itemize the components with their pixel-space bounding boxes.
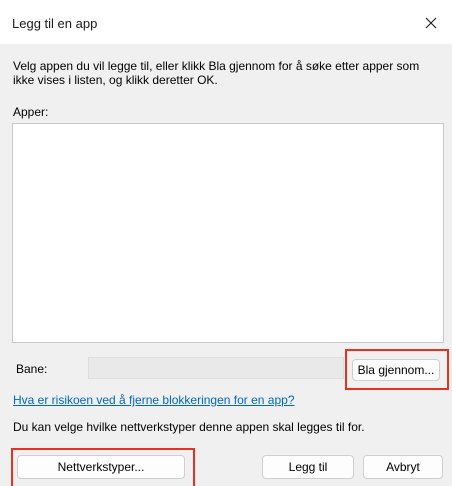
add-app-dialog: Legg til en app Velg appen du vil legge …	[0, 0, 452, 486]
path-input[interactable]	[88, 357, 344, 379]
network-types-info: Du kan velge hvilke nettverkstyper denne…	[13, 420, 365, 434]
network-types-button[interactable]: Nettverkstyper...	[17, 455, 185, 479]
browse-button[interactable]: Bla gjennom...	[352, 359, 440, 381]
cancel-button[interactable]: Avbryt	[363, 455, 443, 479]
risk-info-link[interactable]: Hva er risikoen ved å fjerne blokkeringe…	[13, 393, 295, 407]
apps-list[interactable]	[12, 123, 444, 343]
title-bar: Legg til en app	[0, 0, 452, 44]
add-button[interactable]: Legg til	[262, 455, 354, 479]
close-button[interactable]	[416, 9, 446, 37]
close-icon	[425, 17, 437, 29]
dialog-title: Legg til en app	[12, 16, 98, 31]
instructions-text: Velg appen du vil legge til, eller klikk…	[13, 59, 420, 87]
apps-label: Apper:	[13, 105, 49, 119]
path-label: Bane:	[16, 362, 48, 376]
